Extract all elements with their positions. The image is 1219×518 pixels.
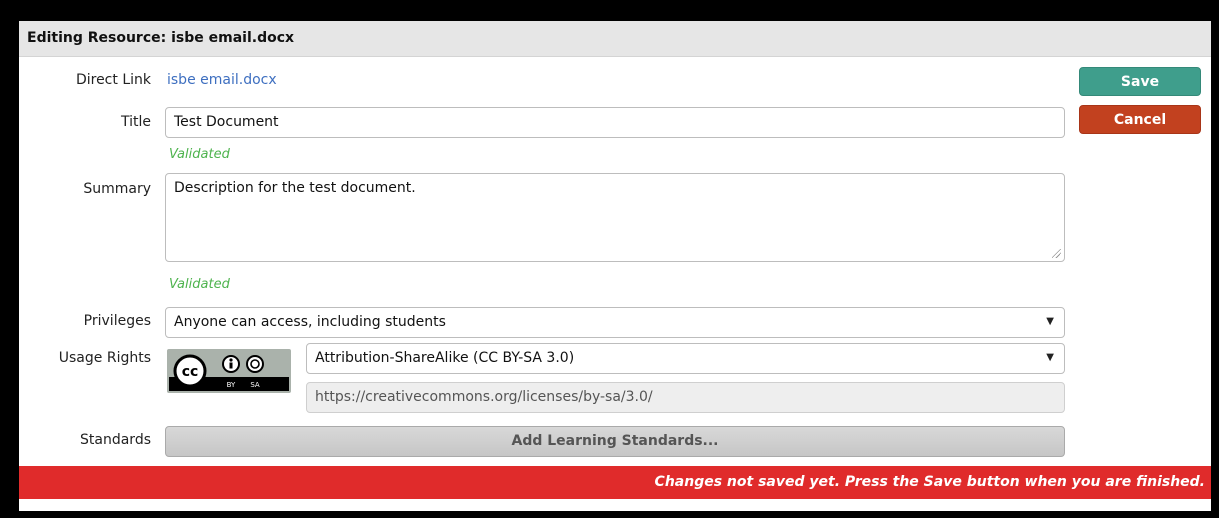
cancel-button[interactable]: Cancel — [1079, 105, 1201, 134]
cc-by-sa-logo-icon: cc BY SA — [169, 351, 289, 389]
summary-textarea-value: Description for the test document. — [174, 180, 416, 196]
unsaved-changes-message: Changes not saved yet. Press the Save bu… — [654, 474, 1205, 490]
cc-sa-text: SA — [250, 381, 260, 389]
privileges-label: Privileges — [83, 313, 151, 329]
usage-rights-label: Usage Rights — [58, 350, 151, 366]
summary-label: Summary — [83, 181, 151, 197]
resize-handle-icon[interactable] — [1052, 249, 1061, 258]
standards-label: Standards — [80, 432, 151, 448]
title-input[interactable]: Test Document — [165, 107, 1065, 138]
add-learning-standards-button[interactable]: Add Learning Standards... — [165, 426, 1065, 457]
dropdown-arrow-icon: ▼ — [1046, 316, 1054, 327]
cc-by-text: BY — [227, 381, 236, 389]
save-button[interactable]: Save — [1079, 67, 1201, 96]
unsaved-changes-banner: Changes not saved yet. Press the Save bu… — [19, 466, 1211, 499]
license-url-field: https://creativecommons.org/licenses/by-… — [306, 382, 1065, 413]
privileges-selected-value: Anyone can access, including students — [174, 314, 446, 330]
privileges-select[interactable]: Anyone can access, including students ▼ — [165, 307, 1065, 338]
license-select[interactable]: Attribution-ShareAlike (CC BY-SA 3.0) ▼ — [306, 343, 1065, 374]
license-url-value: https://creativecommons.org/licenses/by-… — [315, 389, 653, 405]
direct-link-label: Direct Link — [75, 72, 151, 88]
page-title: Editing Resource: isbe email.docx — [27, 30, 295, 46]
license-selected-value: Attribution-ShareAlike (CC BY-SA 3.0) — [315, 350, 575, 366]
title-input-value: Test Document — [174, 114, 279, 130]
title-validated-status: Validated — [169, 147, 230, 162]
summary-textarea[interactable]: Description for the test document. — [165, 173, 1065, 262]
cc-badge-text: cc — [182, 364, 199, 380]
cc-by-sa-license-icon: cc BY SA — [167, 349, 291, 393]
title-label: Title — [120, 114, 151, 130]
dropdown-arrow-icon: ▼ — [1046, 352, 1054, 363]
direct-link[interactable]: isbe email.docx — [167, 72, 277, 88]
summary-validated-status: Validated — [169, 277, 230, 292]
panel-header: Editing Resource: isbe email.docx — [19, 21, 1211, 57]
edit-resource-panel: Editing Resource: isbe email.docx Direct… — [19, 21, 1211, 511]
